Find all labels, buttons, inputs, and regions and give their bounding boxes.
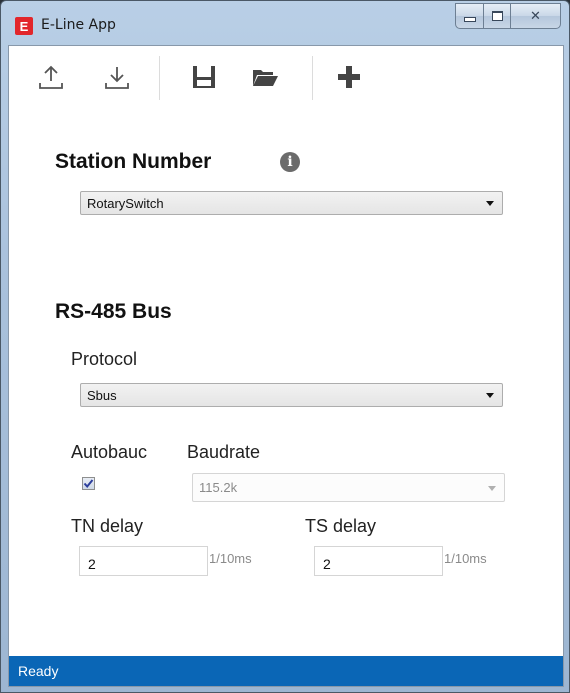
- autobaud-label: Autobauc: [71, 442, 148, 462]
- maximize-button[interactable]: [484, 3, 511, 29]
- title-bar[interactable]: E E-Line App ✕: [1, 1, 569, 45]
- minimize-icon: [463, 16, 476, 22]
- baudrate-value: 115.2k: [199, 480, 238, 495]
- save-button[interactable]: [189, 62, 219, 92]
- toolbar-separator: [312, 56, 313, 100]
- save-icon: [193, 66, 215, 88]
- add-icon: [338, 66, 360, 88]
- ts-delay-label: TS delay: [305, 516, 377, 536]
- baudrate-label: Baudrate: [187, 442, 261, 462]
- toolbar: [9, 46, 563, 108]
- client-area: Station Number i RotarySwitch RS-485 Bus…: [8, 45, 564, 687]
- protocol-label: Protocol: [71, 349, 138, 369]
- station-number-select[interactable]: RotarySwitch: [80, 191, 503, 215]
- download-button[interactable]: [102, 62, 132, 92]
- chevron-down-icon: [486, 201, 494, 206]
- status-bar: Ready: [9, 656, 563, 686]
- toolbar-separator: [159, 56, 160, 100]
- status-text: Ready: [18, 663, 59, 679]
- maximize-icon: [491, 11, 503, 21]
- station-number-heading: Station Number: [55, 150, 212, 173]
- open-folder-button[interactable]: [250, 62, 280, 92]
- window-controls: ✕: [455, 3, 561, 29]
- upload-button[interactable]: [36, 62, 66, 92]
- upload-icon: [39, 65, 63, 89]
- chevron-down-icon: [486, 393, 494, 398]
- protocol-select[interactable]: Sbus: [80, 383, 503, 407]
- chevron-down-icon: [488, 485, 496, 491]
- station-number-value: RotarySwitch: [87, 195, 164, 211]
- baudrate-select[interactable]: 115.2k: [192, 473, 505, 502]
- app-logo-icon: E: [15, 17, 33, 35]
- checkmark-icon: [83, 479, 94, 489]
- ts-delay-input[interactable]: 2: [314, 546, 443, 576]
- minimize-button[interactable]: [455, 3, 484, 29]
- download-icon: [105, 67, 129, 89]
- close-button[interactable]: ✕: [511, 3, 561, 29]
- open-folder-icon: [253, 70, 278, 86]
- app-window: E E-Line App ✕ Station Number i RotarySw…: [0, 0, 570, 693]
- window-title: E-Line App: [41, 17, 116, 33]
- protocol-value: Sbus: [87, 387, 117, 403]
- tn-delay-input[interactable]: 2: [79, 546, 208, 576]
- info-icon[interactable]: i: [280, 152, 300, 172]
- tn-delay-label: TN delay: [71, 516, 144, 536]
- add-button[interactable]: [334, 62, 364, 92]
- autobaud-checkbox[interactable]: [82, 477, 95, 490]
- close-icon: ✕: [530, 8, 541, 23]
- tn-delay-unit: 1/10ms: [209, 551, 252, 566]
- ts-delay-unit: 1/10ms: [444, 551, 487, 566]
- rs485-bus-heading: RS-485 Bus: [55, 300, 172, 323]
